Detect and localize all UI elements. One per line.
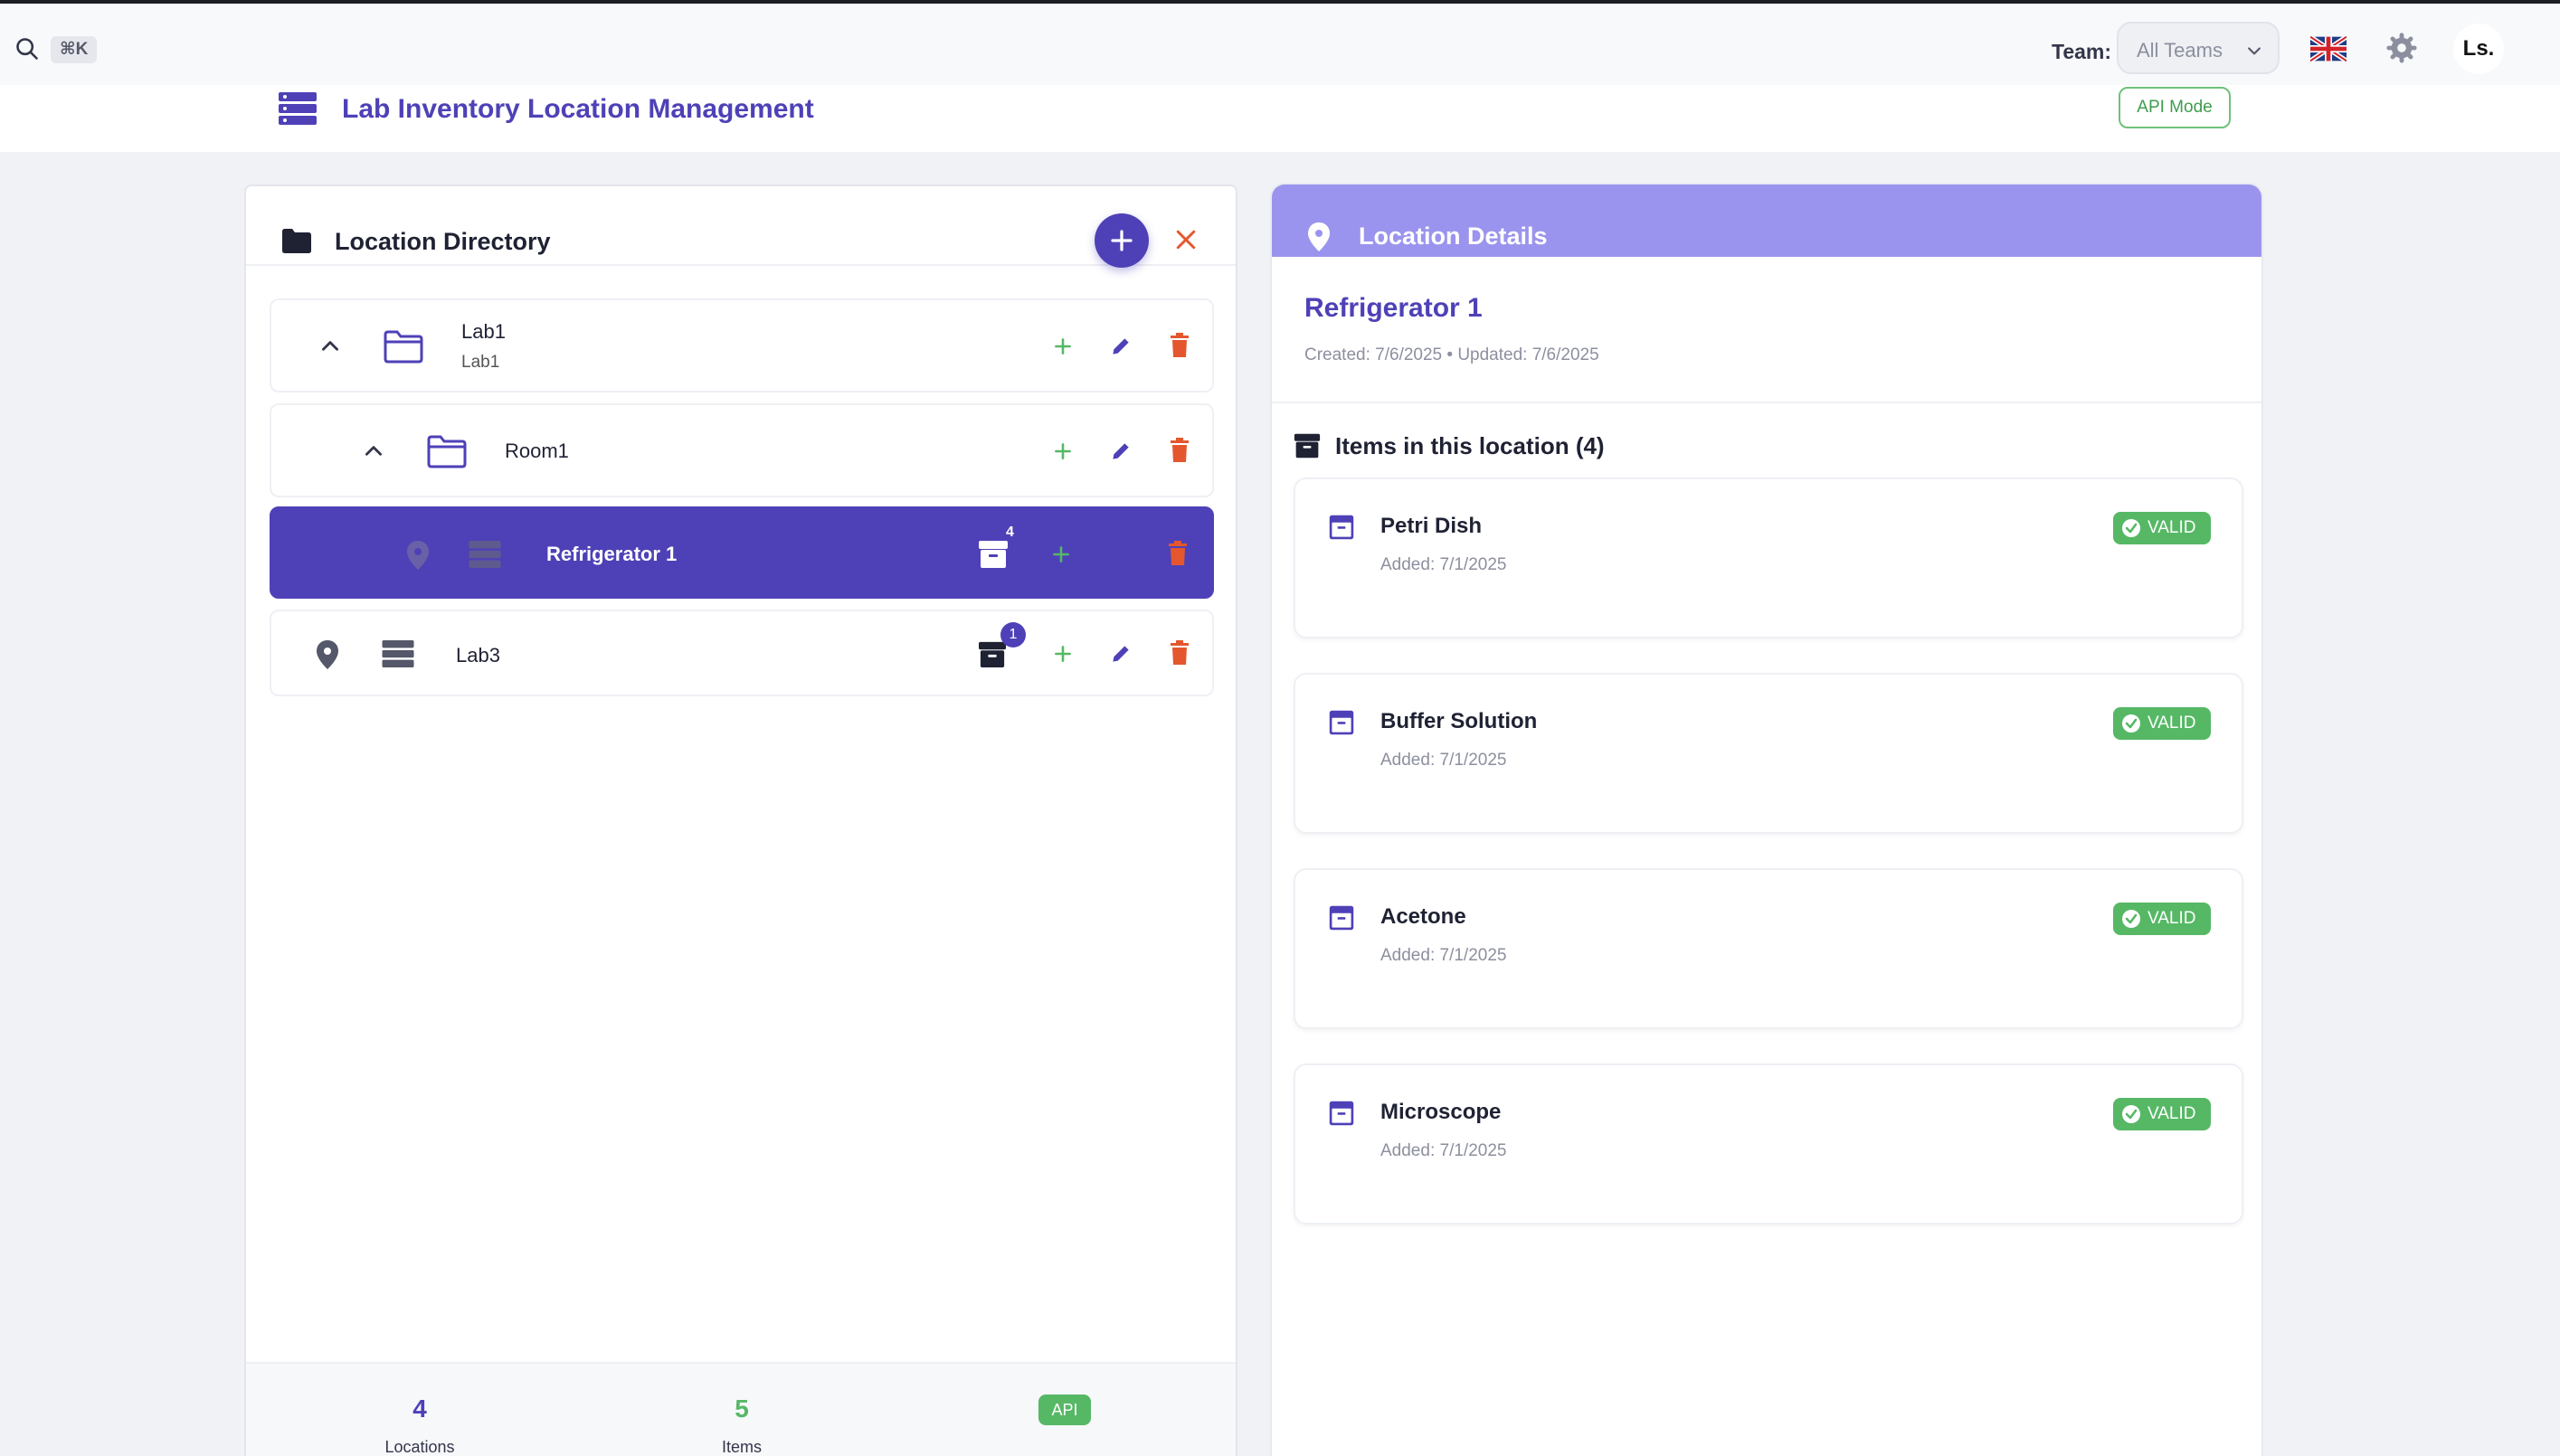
item-name: Petri Dish [1380, 514, 1483, 538]
chevron-down-icon [2248, 47, 2261, 55]
archive-icon [1329, 710, 1354, 735]
item-added-date: Added: 7/1/2025 [1380, 555, 1507, 574]
status-badge: VALID [2113, 707, 2211, 740]
archive-icon[interactable] [979, 638, 1006, 667]
delete-icon[interactable] [1169, 333, 1190, 358]
add-location-button[interactable] [1095, 213, 1149, 268]
tree-row-refrigerator-1[interactable]: Refrigerator 1 4 [270, 506, 1214, 599]
add-child-icon[interactable] [1049, 543, 1073, 566]
status-text: VALID [2148, 518, 2196, 537]
locations-count: 4 [412, 1395, 427, 1423]
top-bar: ⌘K Team: All Teams Ls. [0, 4, 2560, 85]
status-text: VALID [2148, 1104, 2196, 1123]
item-card[interactable]: Acetone Added: 7/1/2025 VALID [1294, 868, 2243, 1029]
add-child-icon[interactable] [1051, 642, 1075, 666]
row-title: Room1 [505, 440, 569, 462]
items-count: 5 [735, 1395, 749, 1423]
chevron-up-icon[interactable] [318, 335, 342, 358]
archive-icon[interactable] [979, 537, 1008, 568]
folder-icon [282, 229, 311, 253]
server-stack-icon [469, 541, 501, 568]
folder-outline-icon [427, 435, 467, 468]
tree-row-lab3[interactable]: Lab3 1 [270, 610, 1214, 696]
search-icon[interactable] [14, 36, 40, 61]
api-badge: API [1038, 1395, 1091, 1425]
row-subtitle: Lab1 [461, 353, 500, 372]
divider [1272, 402, 2261, 403]
items-section-title: Items in this location (4) [1335, 432, 1605, 459]
edit-icon[interactable] [1109, 642, 1133, 666]
location-name: Refrigerator 1 [1304, 293, 1483, 323]
map-pin-icon [407, 541, 429, 570]
item-count-badge: 4 [1006, 525, 1014, 540]
server-stack-icon [279, 92, 317, 125]
status-text: VALID [2148, 714, 2196, 733]
archive-icon [1329, 515, 1354, 540]
chevron-up-icon[interactable] [362, 440, 385, 463]
archive-icon [1329, 905, 1354, 931]
delete-icon[interactable] [1169, 438, 1190, 463]
page-title: Lab Inventory Location Management [342, 94, 814, 124]
item-name: Microscope [1380, 1100, 1502, 1124]
directory-stats: 4 Locations 5 Items API [246, 1362, 1236, 1456]
row-title: Lab3 [456, 644, 500, 667]
item-card[interactable]: Microscope Added: 7/1/2025 VALID [1294, 1064, 2243, 1224]
details-title: Location Details [1359, 222, 1548, 250]
details-header: Location Details [1272, 184, 2261, 257]
delete-icon[interactable] [1167, 541, 1189, 566]
plus-icon [1111, 230, 1133, 251]
tree-row-lab1[interactable]: Lab1 Lab1 [270, 298, 1214, 392]
status-badge: VALID [2113, 512, 2211, 544]
item-added-date: Added: 7/1/2025 [1380, 946, 1507, 965]
close-icon[interactable] [1172, 226, 1199, 253]
archive-icon [1294, 433, 1321, 459]
edit-icon[interactable] [1109, 335, 1133, 358]
add-child-icon[interactable] [1051, 440, 1075, 463]
status-badge: VALID [2113, 1098, 2211, 1130]
item-name: Buffer Solution [1380, 709, 1538, 733]
directory-title: Location Directory [335, 228, 551, 255]
item-card[interactable]: Petri Dish Added: 7/1/2025 VALID [1294, 477, 2243, 638]
status-badge: VALID [2113, 903, 2211, 935]
directory-header: Location Directory [246, 186, 1236, 268]
row-title: Lab1 [461, 320, 506, 343]
item-name: Acetone [1380, 904, 1466, 929]
location-directory-panel: Location Directory Lab1 Lab1 Room1 Refri… [244, 184, 1237, 1456]
item-count-badge: 1 [1000, 622, 1026, 648]
item-card[interactable]: Buffer Solution Added: 7/1/2025 VALID [1294, 673, 2243, 834]
status-text: VALID [2148, 909, 2196, 928]
archive-icon [1329, 1101, 1354, 1126]
team-label: Team: [2052, 40, 2112, 63]
item-added-date: Added: 7/1/2025 [1380, 1141, 1507, 1160]
item-added-date: Added: 7/1/2025 [1380, 751, 1507, 770]
team-select-value: All Teams [2137, 39, 2223, 61]
uk-flag-icon[interactable] [2310, 36, 2347, 61]
folder-outline-icon [384, 330, 423, 364]
check-circle-icon [2122, 714, 2140, 733]
map-pin-icon [1308, 222, 1330, 251]
check-circle-icon [2122, 519, 2140, 537]
check-circle-icon [2122, 910, 2140, 928]
tree-row-room1[interactable]: Room1 [270, 403, 1214, 497]
server-stack-icon [382, 640, 414, 667]
add-child-icon[interactable] [1051, 335, 1075, 358]
search-shortcut: ⌘K [51, 36, 98, 63]
items-label: Items [721, 1438, 762, 1456]
map-pin-icon [317, 640, 338, 669]
delete-icon[interactable] [1169, 640, 1190, 666]
avatar[interactable]: Ls. [2453, 24, 2504, 74]
edit-icon[interactable] [1109, 440, 1133, 463]
location-meta: Created: 7/6/2025 • Updated: 7/6/2025 [1304, 345, 1599, 364]
row-title: Refrigerator 1 [546, 543, 678, 565]
location-details-panel: Location Details Refrigerator 1 Created:… [1270, 183, 2263, 1456]
gear-icon[interactable] [2386, 33, 2417, 63]
team-select[interactable]: All Teams [2117, 22, 2280, 74]
check-circle-icon [2122, 1105, 2140, 1123]
locations-label: Locations [384, 1438, 455, 1456]
page-header: Lab Inventory Location Management API Mo… [0, 85, 2560, 152]
api-mode-button[interactable]: API Mode [2119, 87, 2231, 128]
